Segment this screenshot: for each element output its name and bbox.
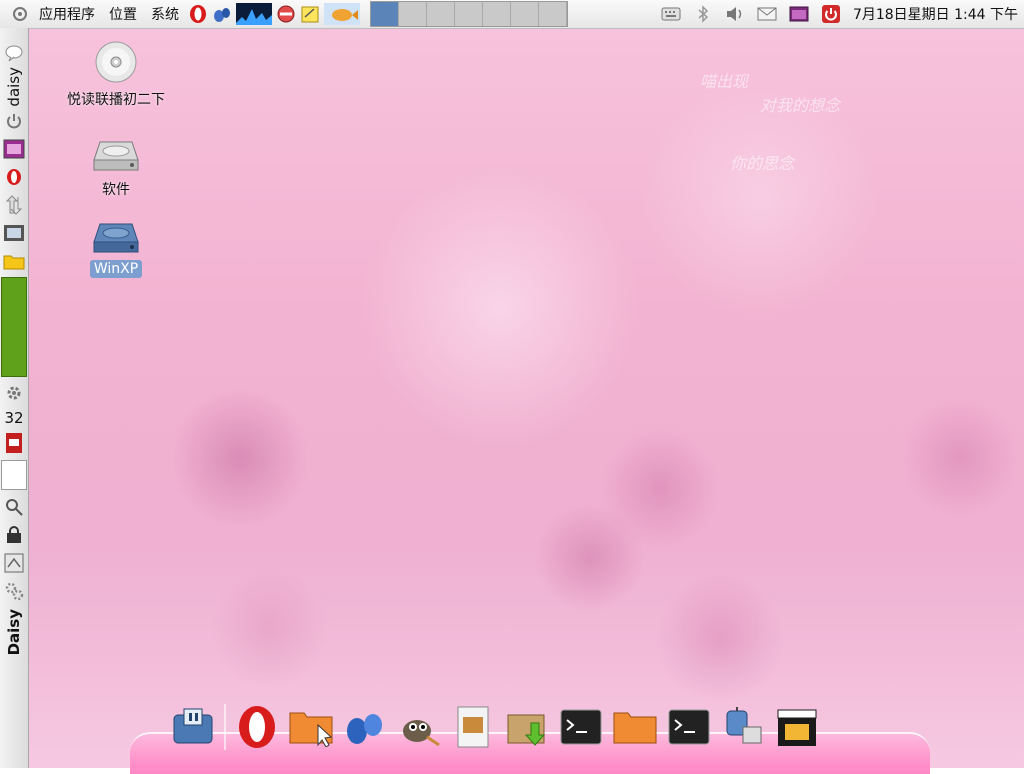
dock-item-downloads[interactable] <box>504 704 550 750</box>
workspace-2[interactable] <box>399 2 427 26</box>
keyboard-icon[interactable] <box>661 4 681 24</box>
dock-item-movie-editor[interactable] <box>774 704 820 750</box>
dock-item-image-viewer[interactable] <box>450 704 496 750</box>
menu-places[interactable]: 位置 <box>102 0 144 28</box>
no-entry-icon[interactable] <box>276 4 296 24</box>
left-panel: daisy 32 Daisy <box>0 28 29 768</box>
search-icon[interactable] <box>3 496 25 518</box>
panel-brand-label: Daisy <box>5 608 23 655</box>
lock-icon[interactable] <box>3 524 25 546</box>
installer-icon <box>173 708 213 744</box>
window-switch-icon[interactable] <box>3 552 25 574</box>
desktop-icon-label: 软件 <box>102 182 130 198</box>
harddisk-icon <box>93 141 139 171</box>
opera-icon[interactable] <box>3 166 25 188</box>
desktop-icon-label: WinXP <box>89 260 143 278</box>
menu-system[interactable]: 系统 <box>144 0 186 28</box>
system-tray: 7月18日星期日 1:44 下午 <box>655 0 1024 28</box>
user-name-label: daisy <box>5 67 23 107</box>
terminal-icon <box>560 709 602 745</box>
chat-bubble-icon[interactable] <box>3 42 25 64</box>
dock-item-pidgin[interactable] <box>342 704 388 750</box>
battery-level-bar <box>1 276 27 377</box>
notes-icon[interactable] <box>300 4 320 24</box>
dock-item-gimp[interactable] <box>396 704 442 750</box>
network-plug-icon <box>726 707 762 744</box>
fish-applet-icon[interactable] <box>324 3 360 25</box>
dock-item-terminal-1[interactable] <box>558 704 604 750</box>
gear-icon[interactable] <box>3 382 25 404</box>
terminal-icon <box>668 709 710 745</box>
workspace-6[interactable] <box>511 2 539 26</box>
film-icon[interactable] <box>3 222 25 244</box>
dock-separator <box>224 704 226 750</box>
desktop-icon-label: 悦读联播初二下 <box>67 92 165 108</box>
desktop-icon-cd[interactable]: 悦读联播初二下 <box>61 40 171 110</box>
workspace-5[interactable] <box>483 2 511 26</box>
top-panel: 应用程序 位置 系统 7月18日星期日 1:44 下午 <box>0 0 1024 29</box>
folder-icon <box>613 712 657 744</box>
opera-icon <box>239 706 275 748</box>
bluetooth-icon[interactable] <box>693 4 713 24</box>
volume-icon[interactable] <box>725 4 745 24</box>
workspace-switcher[interactable] <box>370 1 568 27</box>
desktop-wallpaper[interactable]: 喵出现 对我的想念 你的思念 悦读联播初二下 软件 WinXP <box>0 28 1024 768</box>
workspace-7[interactable] <box>539 2 567 26</box>
dock-item-folder[interactable] <box>612 704 658 750</box>
desktop-icon-software-drive[interactable]: 软件 <box>61 134 171 200</box>
wallpaper-text: 你的思念 <box>730 154 795 173</box>
screen-icon[interactable] <box>3 138 25 160</box>
workspace-1[interactable] <box>371 2 399 26</box>
clapperboard-icon <box>777 709 817 746</box>
mail-icon[interactable] <box>757 4 777 24</box>
wallpaper-text: 喵出现 <box>700 72 749 91</box>
dock-item-file-manager[interactable] <box>288 704 334 750</box>
menu-applications[interactable]: 应用程序 <box>32 0 102 28</box>
system-monitor-icon[interactable] <box>236 3 272 25</box>
harddisk-blue-icon <box>93 223 139 253</box>
counter-value: 32 <box>4 408 24 427</box>
blank-note-widget[interactable] <box>1 459 27 490</box>
image-file-icon <box>457 706 489 748</box>
transfer-arrows-icon[interactable] <box>3 194 25 216</box>
cd-icon <box>95 41 137 83</box>
main-menu-logo-icon[interactable] <box>10 4 30 24</box>
gimp-icon <box>403 720 440 747</box>
dock-item-install[interactable] <box>170 704 216 750</box>
settings-gears-icon[interactable] <box>3 580 25 602</box>
workspace-4[interactable] <box>455 2 483 26</box>
clock[interactable]: 7月18日星期日 1:44 下午 <box>847 0 1024 28</box>
dock-item-network[interactable] <box>720 704 766 750</box>
folder-with-cursor-icon <box>289 712 333 747</box>
pidgin-launcher-icon[interactable] <box>212 4 232 24</box>
wallpaper-text: 对我的想念 <box>760 96 841 115</box>
dock-item-terminal-2[interactable] <box>666 704 712 750</box>
dictionary-icon[interactable] <box>3 432 25 454</box>
folder-icon[interactable] <box>3 250 25 272</box>
window-list-icon[interactable] <box>789 4 809 24</box>
power-icon[interactable] <box>3 110 25 132</box>
workspace-3[interactable] <box>427 2 455 26</box>
dock <box>130 698 930 774</box>
desktop-icon-winxp-drive[interactable]: WinXP <box>61 216 171 278</box>
power-icon[interactable] <box>821 4 841 24</box>
opera-launcher-icon[interactable] <box>188 4 208 24</box>
pidgin-icon <box>347 714 382 744</box>
dock-item-opera[interactable] <box>234 704 280 750</box>
download-box-icon <box>507 714 546 746</box>
